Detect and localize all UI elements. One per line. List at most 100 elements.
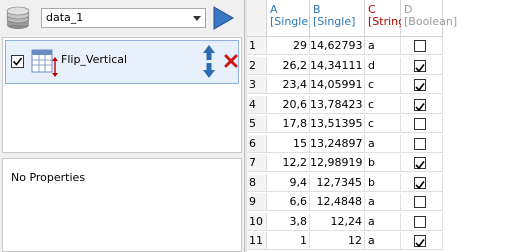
cell-a[interactable]: 12,2 xyxy=(267,154,310,172)
boolean-checkbox[interactable] xyxy=(414,40,426,52)
cell-d[interactable] xyxy=(401,232,443,250)
cell-b[interactable]: 14,62793 xyxy=(310,37,365,55)
cell-c[interactable]: c xyxy=(365,115,401,133)
filter-enabled-checkbox[interactable] xyxy=(11,55,24,68)
column-header-c[interactable]: C [String] xyxy=(365,0,410,37)
table-row[interactable]: 6 15 13,24897 a xyxy=(247,134,511,153)
cell-d[interactable] xyxy=(401,212,443,231)
table-row[interactable]: 7 12,2 12,98919 b xyxy=(247,154,511,172)
filter-label: Flip_Vertical xyxy=(61,53,128,66)
column-type: [Single] xyxy=(270,15,313,28)
row-number: 8 xyxy=(247,173,267,192)
cell-a[interactable]: 17,8 xyxy=(267,115,310,133)
cell-b[interactable]: 13,24897 xyxy=(310,134,365,153)
dataset-select-value: data_1 xyxy=(46,11,84,24)
cell-a[interactable]: 9,4 xyxy=(267,173,310,192)
cell-b[interactable]: 12 xyxy=(310,232,365,250)
cell-a[interactable]: 15 xyxy=(267,134,310,153)
cell-c[interactable]: a xyxy=(365,212,401,231)
boolean-checkbox[interactable] xyxy=(414,59,426,72)
row-number: 7 xyxy=(247,154,267,172)
column-header-b[interactable]: B [Single] xyxy=(310,0,365,37)
table-row[interactable]: 2 26,2 14,34111 d xyxy=(247,56,511,75)
cell-c[interactable]: d xyxy=(365,56,401,75)
left-panel: data_1 Flip_Vertical No Properties xyxy=(0,0,244,252)
properties-panel: No Properties xyxy=(2,158,242,252)
cell-a[interactable]: 23,4 xyxy=(267,76,310,94)
data-grid[interactable]: A [Single] B [Single] C [String] D [Bool… xyxy=(247,0,511,252)
cell-a[interactable]: 20,6 xyxy=(267,95,310,114)
arrow-up-icon[interactable] xyxy=(202,44,216,61)
chevron-down-icon[interactable] xyxy=(189,9,205,27)
cell-c[interactable]: a xyxy=(365,134,401,153)
table-row[interactable]: 4 20,6 13,78423 c xyxy=(247,95,511,114)
cell-d[interactable] xyxy=(401,193,443,211)
flip-vertical-icon xyxy=(31,49,58,77)
cell-c[interactable]: c xyxy=(365,95,401,114)
boolean-checkbox[interactable] xyxy=(414,98,426,111)
boolean-checkbox[interactable] xyxy=(414,79,426,92)
table-row[interactable]: 11 1 12 a xyxy=(247,232,511,250)
boolean-checkbox[interactable] xyxy=(414,235,426,248)
boolean-checkbox[interactable] xyxy=(414,137,426,150)
cell-d[interactable] xyxy=(401,173,443,192)
row-number-header xyxy=(247,0,267,37)
cell-c[interactable]: b xyxy=(365,154,401,172)
table-row[interactable]: 9 6,6 12,4848 a xyxy=(247,193,511,211)
column-type: [Single] xyxy=(313,15,356,28)
cell-b[interactable]: 12,24 xyxy=(310,212,365,231)
cell-c[interactable]: a xyxy=(365,232,401,250)
row-number: 11 xyxy=(247,232,267,250)
boolean-checkbox[interactable] xyxy=(414,215,426,228)
boolean-checkbox[interactable] xyxy=(414,118,426,130)
cell-d[interactable] xyxy=(401,95,443,114)
boolean-checkbox[interactable] xyxy=(414,176,426,189)
cell-a[interactable]: 1 xyxy=(267,232,310,250)
row-number: 1 xyxy=(247,37,267,55)
cell-c[interactable]: a xyxy=(365,193,401,211)
cell-c[interactable]: b xyxy=(365,173,401,192)
table-row[interactable]: 3 23,4 14,05991 c xyxy=(247,76,511,94)
cell-d[interactable] xyxy=(401,115,443,133)
cell-a[interactable]: 26,2 xyxy=(267,56,310,75)
cell-b[interactable]: 14,05991 xyxy=(310,76,365,94)
row-number: 10 xyxy=(247,212,267,231)
arrow-down-icon[interactable] xyxy=(202,62,216,79)
table-row[interactable]: 1 29 14,62793 a xyxy=(247,37,511,55)
cell-d[interactable] xyxy=(401,37,443,55)
cell-b[interactable]: 12,4848 xyxy=(310,193,365,211)
boolean-checkbox[interactable] xyxy=(414,157,426,170)
row-number: 4 xyxy=(247,95,267,114)
cell-c[interactable]: a xyxy=(365,37,401,55)
cell-d[interactable] xyxy=(401,134,443,153)
column-header-d[interactable]: D [Boolean] xyxy=(401,0,457,37)
cell-a[interactable]: 3,8 xyxy=(267,212,310,231)
row-number: 3 xyxy=(247,76,267,94)
table-row[interactable]: 8 9,4 12,7345 b xyxy=(247,173,511,192)
table-row[interactable]: 10 3,8 12,24 a xyxy=(247,212,511,231)
cell-b[interactable]: 12,98919 xyxy=(310,154,365,172)
row-number: 6 xyxy=(247,134,267,153)
cell-b[interactable]: 13,78423 xyxy=(310,95,365,114)
row-number: 9 xyxy=(247,193,267,211)
properties-text: No Properties xyxy=(11,171,86,184)
cell-c[interactable]: c xyxy=(365,76,401,94)
cell-d[interactable] xyxy=(401,56,443,75)
column-type: [String] xyxy=(368,15,410,28)
cell-d[interactable] xyxy=(401,76,443,94)
database-icon xyxy=(6,6,30,29)
boolean-checkbox[interactable] xyxy=(414,196,426,208)
filter-item-flip-vertical[interactable]: Flip_Vertical xyxy=(5,40,239,84)
play-icon[interactable] xyxy=(211,5,235,31)
cell-b[interactable]: 14,34111 xyxy=(310,56,365,75)
table-row[interactable]: 5 17,8 13,51395 c xyxy=(247,115,511,133)
close-icon[interactable] xyxy=(224,54,238,68)
cell-a[interactable]: 6,6 xyxy=(267,193,310,211)
cell-d[interactable] xyxy=(401,154,443,172)
column-header-a[interactable]: A [Single] xyxy=(267,0,313,37)
filter-list: Flip_Vertical xyxy=(2,37,242,153)
cell-b[interactable]: 12,7345 xyxy=(310,173,365,192)
cell-a[interactable]: 29 xyxy=(267,37,310,55)
dataset-select[interactable]: data_1 xyxy=(41,8,206,28)
cell-b[interactable]: 13,51395 xyxy=(310,115,365,133)
